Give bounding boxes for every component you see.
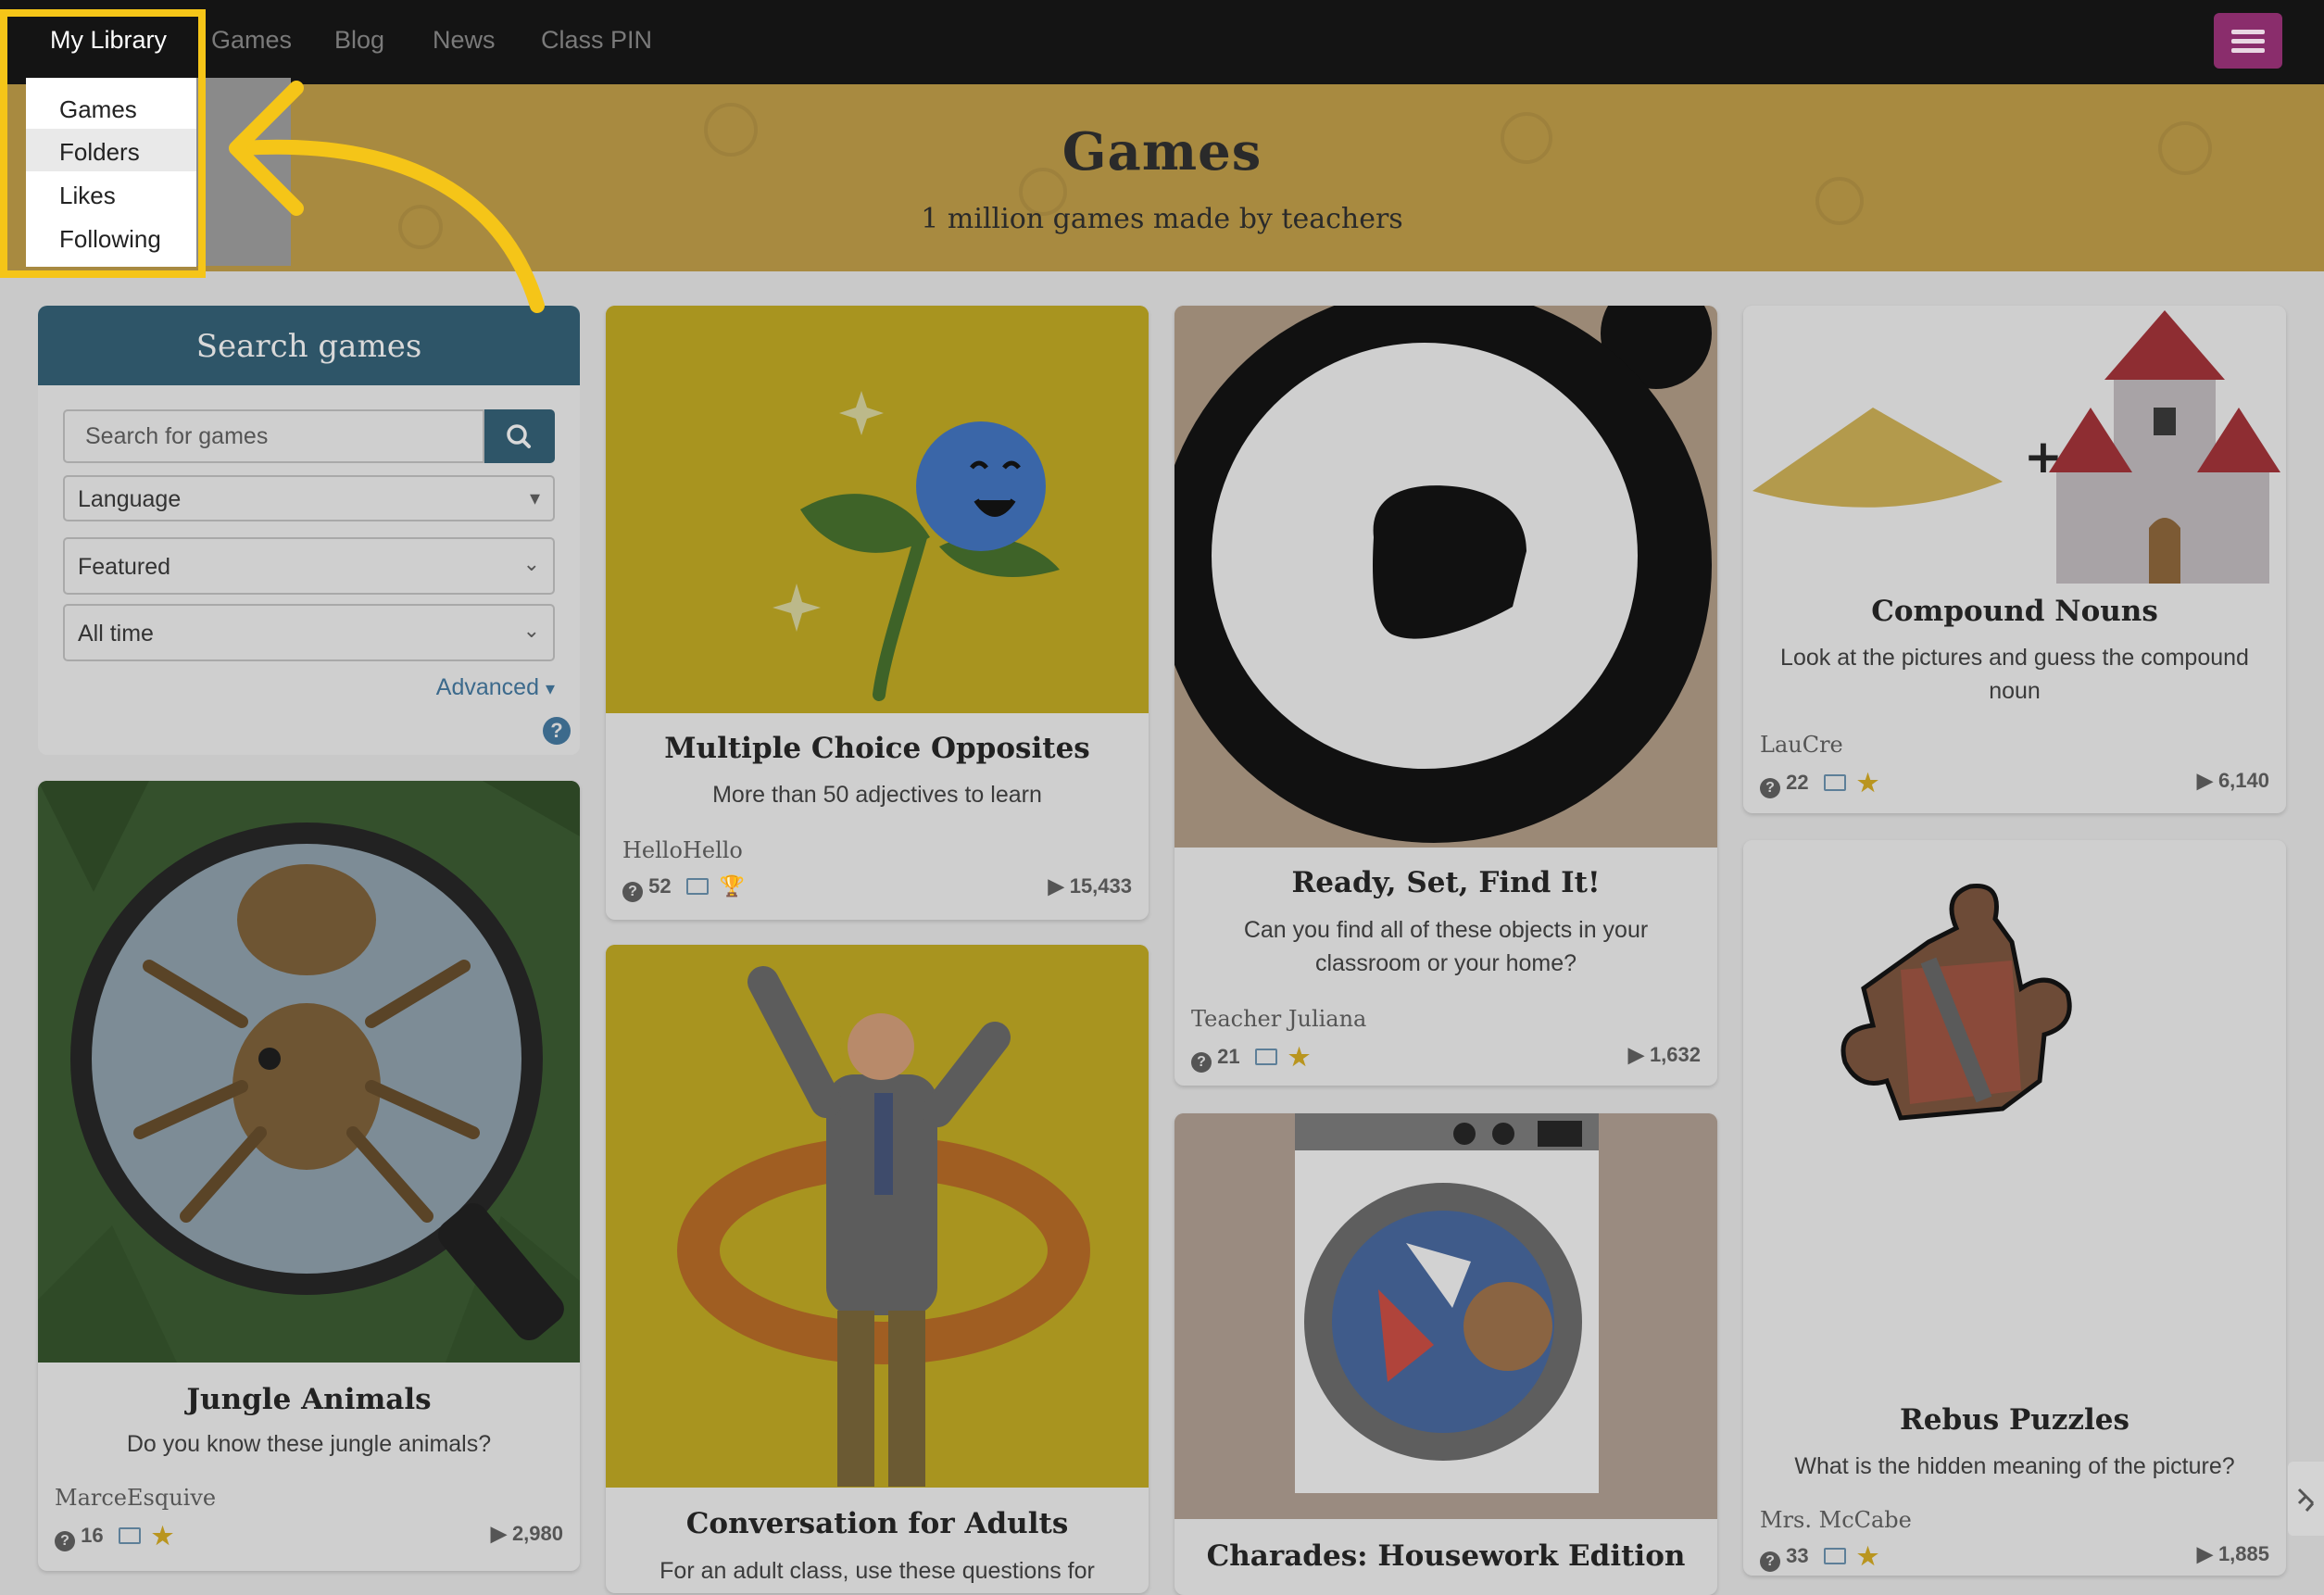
- annotation-arrow: [229, 81, 545, 313]
